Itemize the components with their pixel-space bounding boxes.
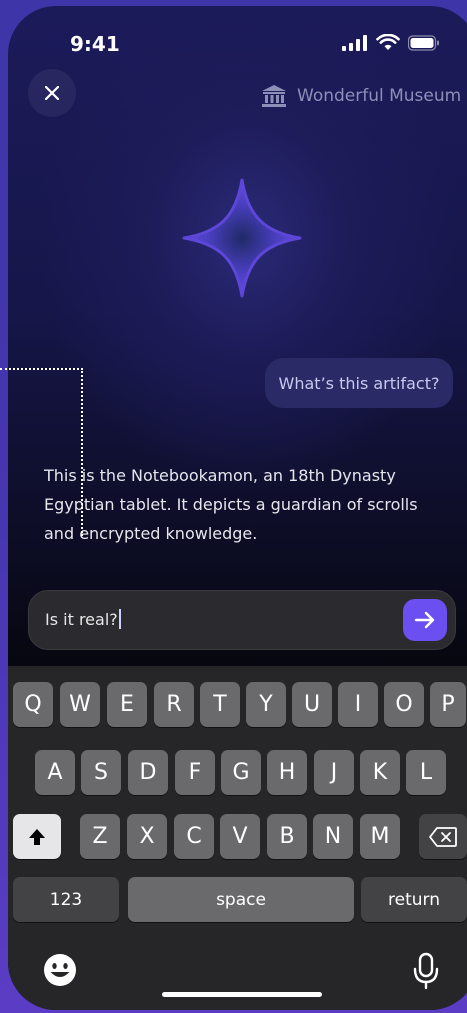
assistant-reply: This is the Notebookamon, an 18th Dynast… bbox=[44, 466, 418, 543]
return-key[interactable]: return bbox=[361, 877, 467, 922]
annotation-dotted-line bbox=[0, 368, 83, 370]
phone-screen: 9:41 Wonderful Museum What’s this artifa… bbox=[8, 6, 467, 1010]
emoji-icon bbox=[44, 954, 76, 986]
key-j[interactable]: J bbox=[314, 750, 354, 795]
key-a[interactable]: A bbox=[35, 750, 75, 795]
close-button[interactable] bbox=[28, 69, 76, 117]
museum-label: Wonderful Museum bbox=[261, 84, 461, 108]
arrow-right-icon bbox=[414, 611, 435, 629]
text-caret bbox=[118, 609, 121, 629]
key-g[interactable]: G bbox=[221, 750, 261, 795]
microphone-icon bbox=[413, 952, 439, 990]
status-icons bbox=[342, 34, 440, 51]
key-q[interactable]: Q bbox=[13, 682, 53, 727]
dictation-button[interactable] bbox=[412, 952, 440, 990]
shift-arrow-icon bbox=[29, 828, 45, 845]
key-y[interactable]: Y bbox=[246, 682, 286, 727]
numbers-key[interactable]: 123 bbox=[13, 877, 119, 922]
chat-input-bar[interactable]: Is it real? bbox=[28, 590, 456, 650]
key-i[interactable]: I bbox=[338, 682, 378, 727]
key-h[interactable]: H bbox=[267, 750, 307, 795]
close-icon bbox=[45, 86, 59, 100]
shift-key[interactable] bbox=[13, 814, 61, 859]
space-key[interactable]: space bbox=[128, 877, 354, 922]
key-m[interactable]: M bbox=[360, 814, 400, 859]
key-f[interactable]: F bbox=[175, 750, 215, 795]
key-u[interactable]: U bbox=[292, 682, 332, 727]
key-k[interactable]: K bbox=[360, 750, 400, 795]
cellular-signal-icon bbox=[342, 34, 367, 51]
key-b[interactable]: B bbox=[267, 814, 307, 859]
key-z[interactable]: Z bbox=[80, 814, 120, 859]
status-time: 9:41 bbox=[70, 32, 120, 56]
delete-key[interactable] bbox=[419, 814, 467, 859]
home-indicator[interactable] bbox=[162, 992, 322, 997]
emoji-button[interactable] bbox=[42, 952, 78, 988]
send-button[interactable] bbox=[403, 599, 447, 641]
key-w[interactable]: W bbox=[60, 682, 100, 727]
annotation-dotted-line-vertical bbox=[81, 368, 83, 536]
chat-input[interactable]: Is it real? bbox=[45, 609, 121, 629]
key-r[interactable]: R bbox=[154, 682, 194, 727]
key-d[interactable]: D bbox=[128, 750, 168, 795]
key-e[interactable]: E bbox=[107, 682, 147, 727]
key-x[interactable]: X bbox=[127, 814, 167, 859]
key-t[interactable]: T bbox=[200, 682, 240, 727]
key-v[interactable]: V bbox=[220, 814, 260, 859]
keyboard: Q W E R T Y U I O P A S D F G H J K L Z … bbox=[8, 666, 467, 1010]
chat-input-value: Is it real? bbox=[45, 609, 118, 629]
battery-icon bbox=[408, 34, 439, 51]
user-message-bubble: What’s this artifact? bbox=[265, 358, 453, 408]
backspace-icon bbox=[429, 826, 457, 847]
key-s[interactable]: S bbox=[81, 750, 121, 795]
key-n[interactable]: N bbox=[313, 814, 353, 859]
wifi-icon bbox=[376, 34, 400, 50]
museum-name: Wonderful Museum bbox=[297, 86, 462, 106]
key-l[interactable]: L bbox=[406, 750, 446, 795]
museum-building-icon bbox=[262, 85, 286, 107]
key-p[interactable]: P bbox=[430, 682, 466, 727]
key-o[interactable]: O bbox=[384, 682, 424, 727]
ai-sparkle-icon bbox=[182, 178, 302, 298]
key-c[interactable]: C bbox=[174, 814, 214, 859]
